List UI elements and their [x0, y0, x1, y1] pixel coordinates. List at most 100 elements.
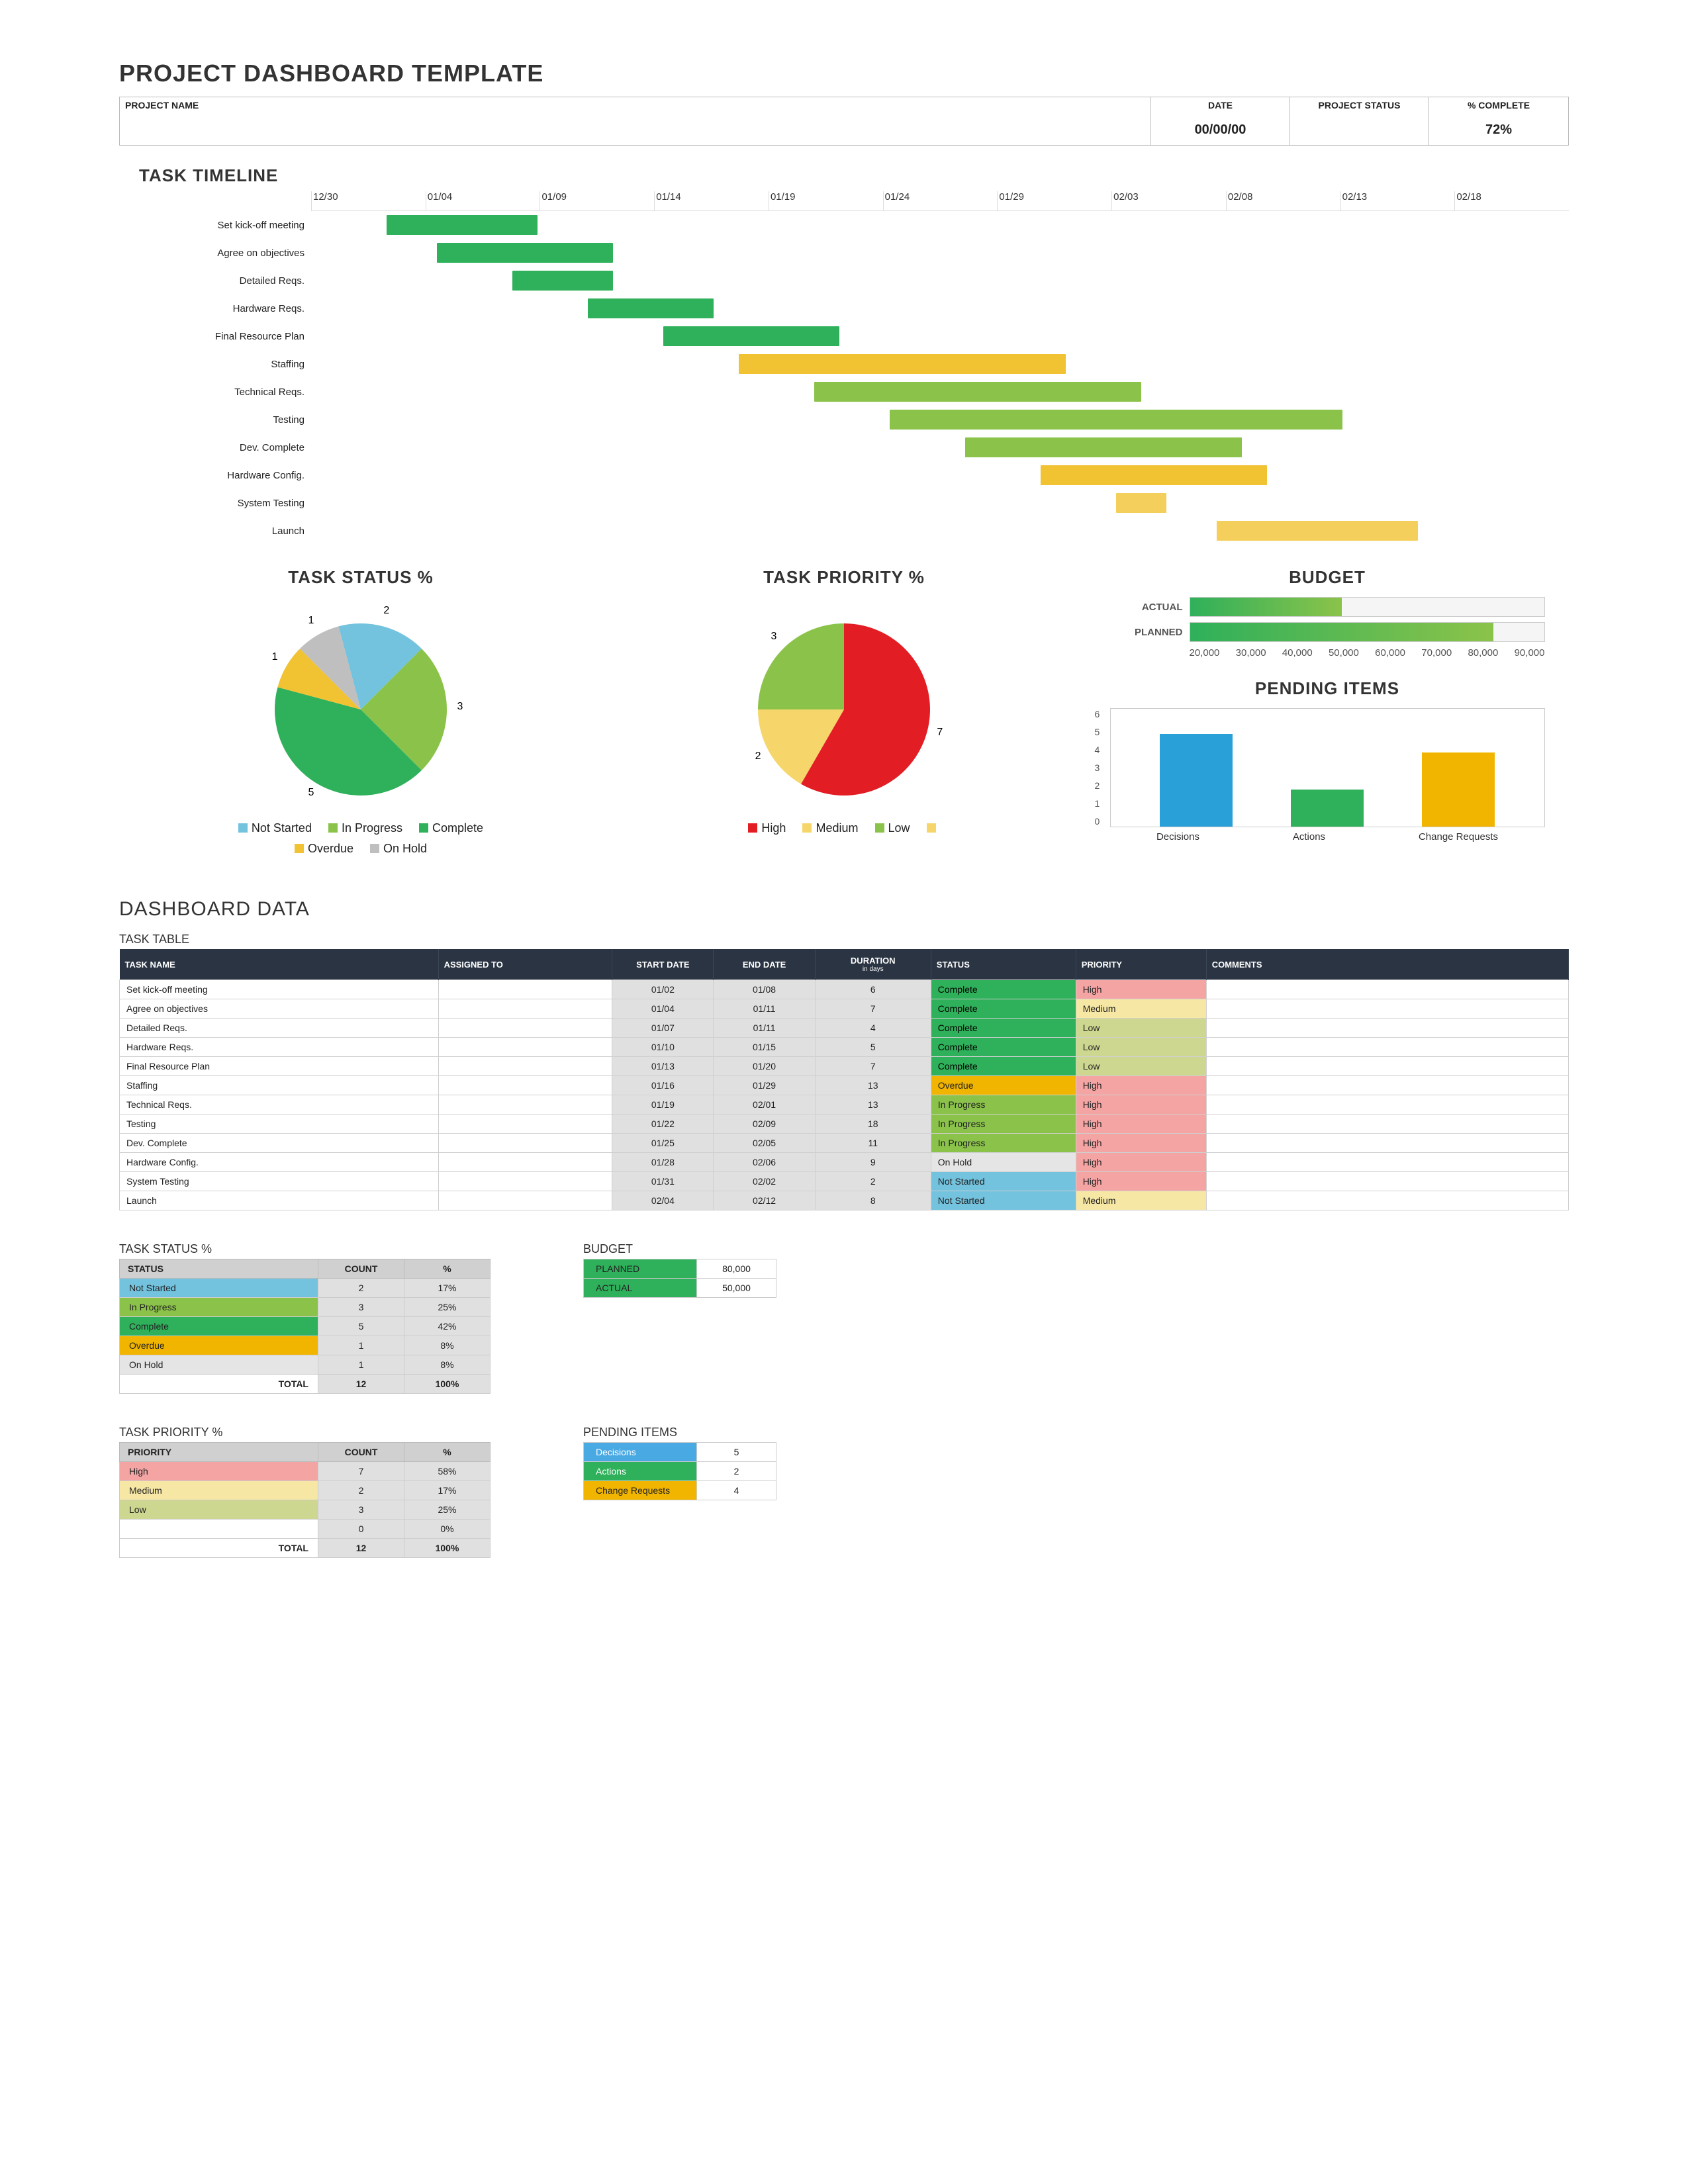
td-comments	[1206, 980, 1568, 999]
gantt-row	[311, 406, 1569, 433]
gantt-task-label: Dev. Complete	[139, 433, 311, 461]
gantt-bar	[890, 410, 1342, 430]
total-count: 12	[318, 1375, 404, 1394]
legend-medium: Medium	[802, 818, 858, 839]
legend-not-started: Not Started	[238, 818, 312, 839]
date-value[interactable]: 00/00/00	[1151, 114, 1289, 145]
table-row: Detailed Reqs.01/0701/114CompleteLow	[120, 1019, 1569, 1038]
td-name: Testing	[120, 1115, 439, 1134]
task-priority-small-title: TASK PRIORITY %	[119, 1426, 491, 1439]
th-task: TASK NAME	[120, 949, 439, 980]
td-assigned	[438, 1019, 612, 1038]
gantt-bar	[1041, 465, 1267, 485]
gantt-row	[311, 517, 1569, 545]
td-assigned	[438, 1076, 612, 1095]
td-name: Launch	[120, 1191, 439, 1210]
project-name-value[interactable]	[120, 114, 1150, 145]
budget-tick: 90,000	[1515, 647, 1545, 659]
gantt-tick: 01/24	[883, 191, 998, 210]
td-status: Overdue	[931, 1076, 1076, 1095]
gantt-bar	[387, 215, 538, 235]
pending-x-label: Change Requests	[1419, 831, 1498, 842]
td-priority: High	[1076, 1172, 1206, 1191]
gantt-task-label: Staffing	[139, 350, 311, 378]
gantt-tick: 01/29	[997, 191, 1111, 210]
gantt-task-label: Hardware Reqs.	[139, 295, 311, 322]
pending-bar-actions	[1291, 790, 1364, 827]
pie-slice-label: 3	[457, 701, 463, 712]
complete-value: 72%	[1429, 114, 1568, 145]
pending-y-tick: 5	[1095, 727, 1100, 737]
legend-high: High	[748, 818, 786, 839]
total-pct: 100%	[404, 1539, 491, 1558]
gantt-task-label: Technical Reqs.	[139, 378, 311, 406]
status-value[interactable]	[1290, 114, 1429, 145]
td-comments	[1206, 1115, 1568, 1134]
pending-x-label: Actions	[1293, 831, 1325, 842]
th-comments: COMMENTS	[1206, 949, 1568, 980]
gantt-bar	[663, 326, 839, 346]
td-status: Complete	[931, 980, 1076, 999]
td-duration: 8	[815, 1191, 931, 1210]
pending-y-tick: 4	[1095, 745, 1100, 755]
td-name: On Hold	[120, 1355, 318, 1375]
table-row: Set kick-off meeting01/0201/086CompleteH…	[120, 980, 1569, 999]
table-row: Final Resource Plan01/1301/207CompleteLo…	[120, 1057, 1569, 1076]
table-row: Overdue18%	[120, 1336, 491, 1355]
table-row: High758%	[120, 1462, 491, 1481]
td-assigned	[438, 1057, 612, 1076]
td-comments	[1206, 1076, 1568, 1095]
date-cell: DATE 00/00/00	[1151, 97, 1290, 145]
gantt-row	[311, 378, 1569, 406]
gantt-tick: 01/09	[539, 191, 654, 210]
task-priority-chart: TASK PRIORITY % 723 High Medium Low	[602, 565, 1086, 858]
td-end: 02/12	[714, 1191, 815, 1210]
pie-slice-label: 1	[308, 615, 314, 626]
gantt-tick: 02/13	[1340, 191, 1455, 210]
td-name: Complete	[120, 1317, 318, 1336]
gantt-bar	[588, 298, 714, 318]
td-end: 02/01	[714, 1095, 815, 1115]
pending-decisions-value: 5	[696, 1443, 776, 1461]
table-row: Launch02/0402/128Not StartedMedium	[120, 1191, 1569, 1210]
gantt-bar	[965, 437, 1242, 457]
page-title: PROJECT DASHBOARD TEMPLATE	[119, 60, 1569, 87]
td-duration: 7	[815, 1057, 931, 1076]
budget-actual-label: ACTUAL	[1110, 602, 1190, 613]
gantt-row	[311, 433, 1569, 461]
td-duration: 6	[815, 980, 931, 999]
td-status: Complete	[931, 999, 1076, 1019]
td-count: 7	[318, 1462, 404, 1481]
gantt-row	[311, 211, 1569, 239]
td-pct: 25%	[404, 1500, 491, 1520]
td-status: Complete	[931, 1038, 1076, 1057]
pending-y-tick: 2	[1095, 780, 1100, 791]
budget-planned-label: PLANNED	[1110, 627, 1190, 638]
td-start: 01/16	[612, 1076, 714, 1095]
pending-bar-decisions	[1160, 734, 1233, 827]
td-assigned	[438, 1134, 612, 1153]
budget-tick: 40,000	[1282, 647, 1313, 659]
pending-title: PENDING ITEMS	[1086, 678, 1569, 699]
td-status: In Progress	[931, 1134, 1076, 1153]
task-priority-pie: 723	[731, 597, 957, 809]
table-row: 00%	[120, 1520, 491, 1539]
status-label: PROJECT STATUS	[1290, 97, 1429, 114]
legend-on-hold: On Hold	[370, 839, 427, 859]
td-pct: 58%	[404, 1462, 491, 1481]
td-status: Not Started	[931, 1191, 1076, 1210]
td-priority: Medium	[1076, 999, 1206, 1019]
gantt-row	[311, 461, 1569, 489]
task-priority-legend: High Medium Low	[602, 818, 1086, 839]
td-name	[120, 1520, 318, 1539]
legend-empty	[927, 818, 940, 839]
td-comments	[1206, 1038, 1568, 1057]
table-row: Staffing01/1601/2913OverdueHigh	[120, 1076, 1569, 1095]
total-row: TOTAL12100%	[120, 1375, 491, 1394]
budget-tick: 60,000	[1375, 647, 1405, 659]
td-name: Not Started	[120, 1279, 318, 1298]
td-start: 01/02	[612, 980, 714, 999]
budget-tick: 20,000	[1190, 647, 1220, 659]
budget-actual-value: 50,000	[696, 1279, 776, 1297]
td-end: 01/20	[714, 1057, 815, 1076]
